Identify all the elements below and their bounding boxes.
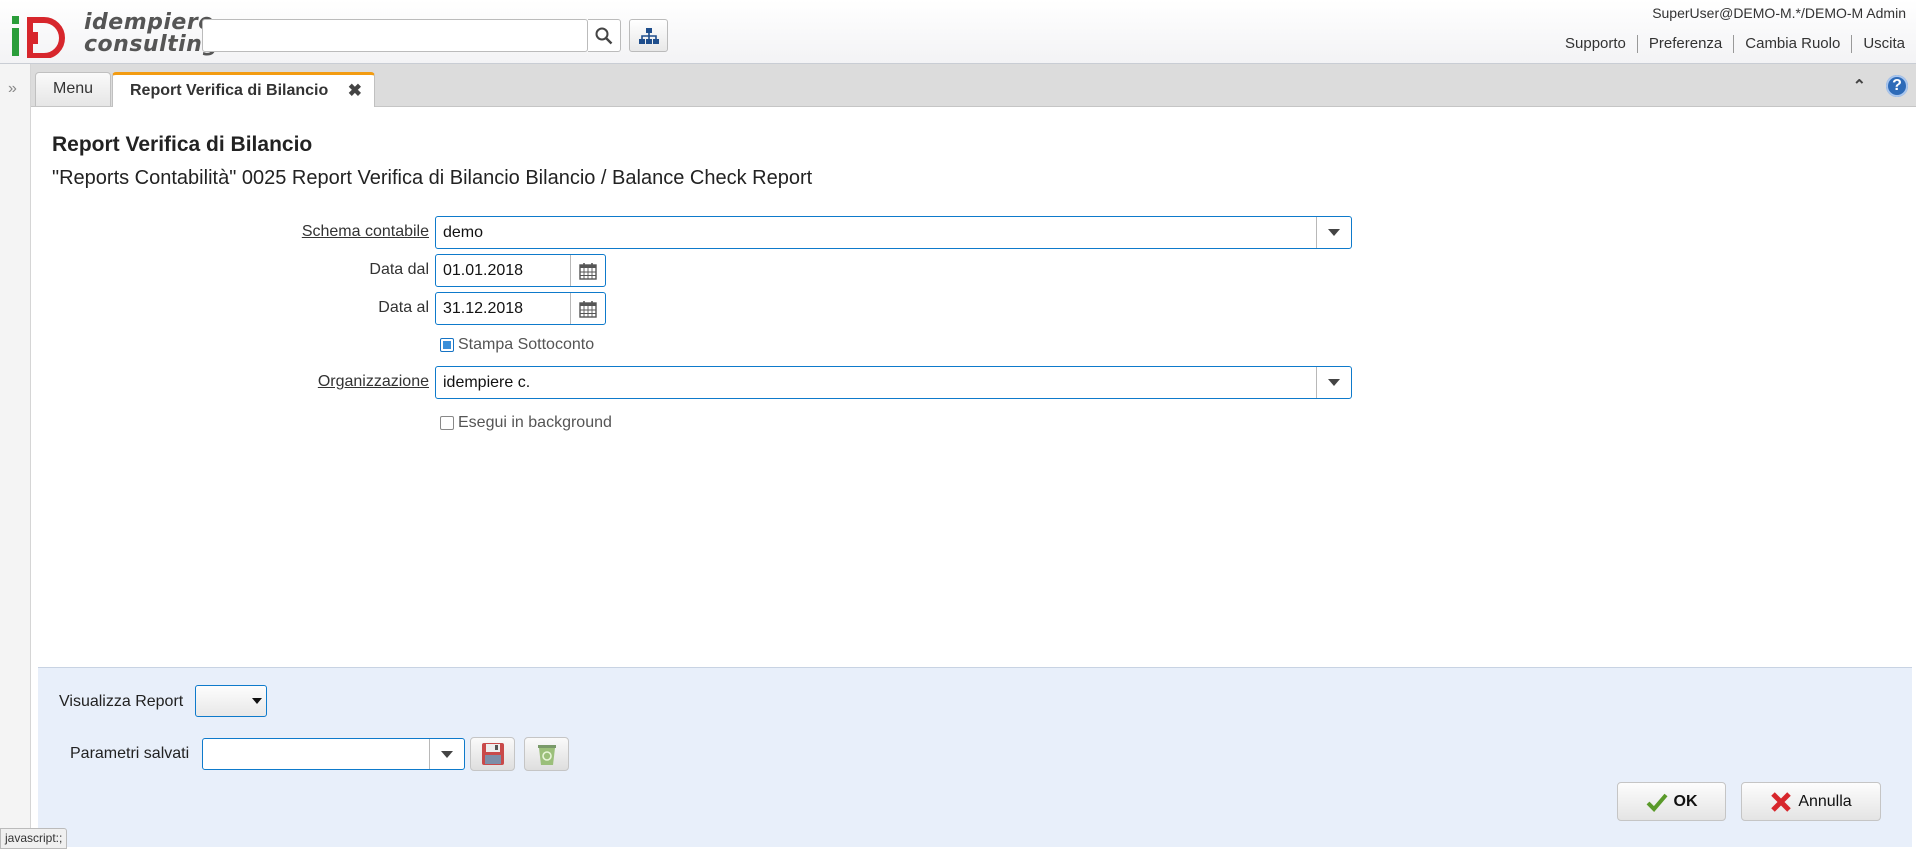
date-from-label: Data dal	[369, 261, 429, 278]
cancel-label: Annulla	[1798, 792, 1852, 810]
header: idempiere consulting SuperUser@DEMO-M.*/…	[0, 0, 1916, 64]
date-to-value: 31.12.2018	[443, 300, 524, 317]
ok-button[interactable]: OK	[1617, 782, 1726, 821]
user-info: SuperUser@DEMO-M.*/DEMO-M Admin	[1652, 5, 1906, 21]
tab-label: Report Verifica di Bilancio	[130, 82, 329, 99]
sitemap-icon	[638, 27, 659, 44]
link-cambia-ruolo[interactable]: Cambia Ruolo	[1733, 35, 1851, 53]
calendar-icon[interactable]	[570, 293, 605, 324]
report-view-select[interactable]	[195, 685, 267, 717]
organization-label: Organizzazione	[317, 373, 429, 390]
cancel-button[interactable]: Annulla	[1741, 782, 1881, 821]
floppy-disk-icon	[481, 743, 504, 765]
collapse-up-icon[interactable]: ⌃	[1853, 76, 1866, 96]
print-subaccount-checkbox[interactable]	[440, 338, 454, 352]
schema-contabile-combo[interactable]: demo	[435, 216, 1352, 249]
save-params-button[interactable]	[470, 737, 515, 771]
saved-params-combo[interactable]	[202, 738, 465, 770]
schema-contabile-label: Schema contabile	[301, 223, 429, 240]
date-from-field[interactable]: 01.01.2018	[435, 254, 606, 287]
help-icon[interactable]: ?	[1886, 75, 1908, 97]
chevron-down-icon[interactable]	[429, 739, 464, 769]
date-to-label: Data al	[378, 299, 429, 316]
schema-contabile-value: demo	[443, 224, 484, 241]
menu-tree-button[interactable]	[629, 19, 668, 52]
organization-value: idempiere c.	[443, 374, 531, 391]
run-background-checkbox[interactable]	[440, 416, 454, 430]
link-uscita[interactable]: Uscita	[1851, 35, 1916, 53]
user-links: Supporto Preferenza Cambia Ruolo Uscita	[1554, 35, 1916, 53]
logo-mark-icon	[12, 16, 65, 58]
date-from-value: 01.01.2018	[443, 262, 524, 279]
bottom-panel: Visualizza Report Parametri salvati OK A…	[38, 667, 1912, 847]
logo-text: idempiere consulting	[84, 12, 219, 56]
date-to-field[interactable]: 31.12.2018	[435, 292, 606, 325]
calendar-icon[interactable]	[570, 255, 605, 286]
expand-panel-icon[interactable]: »	[8, 80, 17, 98]
status-tooltip: javascript:;	[0, 828, 68, 849]
company-logo[interactable]: idempiere consulting	[10, 10, 218, 60]
tab-bar: Menu Report Verifica di Bilancio ✖ ⌃ ?	[31, 64, 1916, 107]
close-icon	[1771, 791, 1792, 812]
checkmark-icon	[1646, 793, 1668, 812]
close-icon[interactable]: ✖	[348, 75, 362, 106]
search-button[interactable]	[588, 19, 621, 52]
tab-report-verifica[interactable]: Report Verifica di Bilancio ✖	[112, 72, 375, 107]
run-background-label: Esegui in background	[458, 414, 612, 431]
search-icon	[595, 27, 613, 44]
ok-label: OK	[1673, 792, 1698, 810]
report-view-label: Visualizza Report	[59, 693, 184, 710]
logo-text-line1: idempiere	[84, 10, 214, 35]
global-search-input[interactable]	[202, 19, 588, 52]
caret-down-icon	[252, 698, 262, 704]
tab-menu[interactable]: Menu	[35, 72, 111, 106]
page-title: Report Verifica di Bilancio	[52, 133, 313, 156]
logo-text-line2: consulting	[84, 32, 219, 57]
print-subaccount-label: Stampa Sottoconto	[458, 336, 595, 353]
link-supporto[interactable]: Supporto	[1554, 35, 1637, 53]
organization-combo[interactable]: idempiere c.	[435, 366, 1352, 399]
page-subtitle: "Reports Contabilità" 0025 Report Verifi…	[52, 167, 813, 189]
left-collapsed-panel: »	[0, 64, 31, 847]
chevron-down-icon[interactable]	[1316, 217, 1351, 248]
chevron-down-icon[interactable]	[1316, 367, 1351, 398]
process-dialog: Report Verifica di Bilancio "Reports Con…	[31, 107, 1916, 667]
saved-params-label: Parametri salvati	[70, 745, 190, 762]
delete-params-button[interactable]	[524, 737, 569, 771]
recycle-bin-icon	[537, 745, 556, 765]
link-preferenza[interactable]: Preferenza	[1636, 35, 1733, 53]
